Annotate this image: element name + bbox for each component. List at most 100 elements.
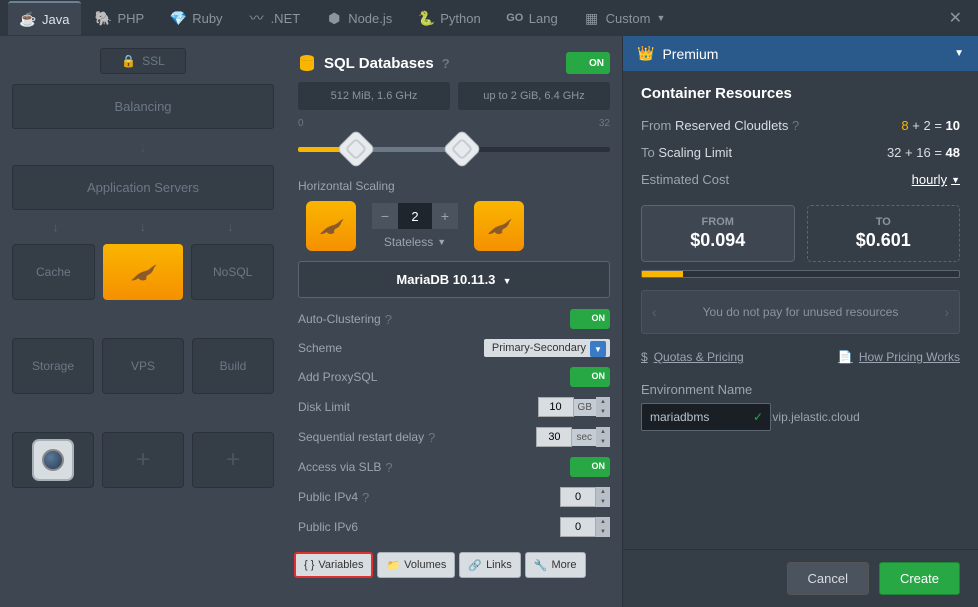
val: 8	[901, 118, 908, 133]
increment-button[interactable]: +	[432, 203, 458, 229]
add-box-1[interactable]: +	[102, 432, 184, 488]
help-icon[interactable]: ?	[442, 56, 450, 71]
lock-icon: 🔒	[121, 54, 136, 68]
cost-to-box: TO$0.601	[807, 205, 961, 262]
more-button[interactable]: 🔧More	[525, 552, 586, 578]
cancel-button[interactable]: Cancel	[787, 562, 869, 595]
from-label: From	[641, 118, 671, 133]
balancing-box[interactable]: Balancing	[12, 84, 274, 129]
ipv4-label: Public IPv4	[298, 490, 358, 504]
add-box-2[interactable]: +	[192, 432, 274, 488]
slider-knob-limit[interactable]	[442, 129, 482, 169]
scaling-link[interactable]: Scaling Limit	[658, 145, 732, 160]
help-icon[interactable]: ?	[362, 490, 369, 505]
up-arrow[interactable]: ▲	[596, 517, 610, 527]
node-tile-2[interactable]	[474, 201, 524, 251]
tab-python[interactable]: 🐍Python	[406, 2, 492, 34]
slider-max: 32	[599, 118, 610, 129]
down-arrow[interactable]: ▼	[596, 407, 610, 417]
decrement-button[interactable]: −	[372, 203, 398, 229]
links-button[interactable]: 🔗Links	[459, 552, 520, 578]
auto-cluster-label: Auto-Clustering	[298, 312, 381, 326]
slb-toggle[interactable]	[570, 457, 610, 477]
tab-ruby[interactable]: 💎Ruby	[158, 2, 234, 34]
prev-icon[interactable]: ‹	[652, 304, 657, 320]
extra-box[interactable]	[12, 432, 94, 488]
ssl-label: SSL	[142, 54, 165, 68]
mariadb-icon	[125, 254, 161, 290]
env-name-input[interactable]	[641, 403, 771, 431]
sql-db-box[interactable]	[103, 244, 184, 300]
slider-min: 0	[298, 118, 304, 129]
slider-knob-reserved[interactable]	[336, 129, 376, 169]
hscale-label: Horizontal Scaling	[286, 171, 622, 197]
close-icon[interactable]: ✕	[941, 0, 970, 36]
up-arrow[interactable]: ▲	[596, 397, 610, 407]
cloudlet-slider[interactable]: 0 32	[286, 110, 622, 171]
tab-nodejs[interactable]: ⬢Node.js	[314, 2, 404, 34]
build-box[interactable]: Build	[192, 338, 274, 394]
php-icon: 🐘	[95, 10, 111, 26]
nosql-box[interactable]: NoSQL	[191, 244, 274, 300]
scheme-select[interactable]: Primary-Secondary	[484, 339, 610, 357]
info-banner: ‹ You do not pay for unused resources ›	[641, 290, 960, 334]
tab-php[interactable]: 🐘PHP	[83, 2, 156, 34]
doc-icon: 📄	[838, 350, 853, 364]
cache-box[interactable]: Cache	[12, 244, 95, 300]
tab-java[interactable]: ☕Java	[8, 1, 81, 35]
mariadb-icon	[482, 209, 516, 243]
sql-toggle[interactable]: ON	[566, 52, 610, 74]
auto-cluster-toggle[interactable]	[570, 309, 610, 329]
down-arrow[interactable]: ▼	[596, 527, 610, 537]
pricing-link[interactable]: 📄How Pricing Works	[838, 350, 960, 364]
help-icon[interactable]: ?	[792, 118, 799, 133]
chevron-down-icon: ▼	[503, 276, 512, 286]
val: 2	[923, 118, 930, 133]
period-select[interactable]: hourly ▼	[912, 172, 960, 187]
down-arrow[interactable]: ▼	[596, 497, 610, 507]
create-button[interactable]: Create	[879, 562, 960, 595]
quotas-link[interactable]: $Quotas & Pricing	[641, 350, 744, 364]
disk-input[interactable]	[538, 397, 574, 417]
ipv6-spinner[interactable]: ▲▼	[560, 517, 610, 537]
stateless-mode[interactable]: Stateless ▼	[384, 235, 446, 249]
val: 10	[946, 118, 960, 133]
variables-button[interactable]: { }Variables	[294, 552, 373, 578]
disk-limit-spinner[interactable]: GB▲▼	[538, 397, 610, 417]
next-icon[interactable]: ›	[944, 304, 949, 320]
db-version-select[interactable]: MariaDB 10.11.3 ▼	[298, 261, 610, 298]
tab-dotnet[interactable]: 〰.NET	[237, 2, 313, 34]
folder-icon: 📁	[386, 559, 400, 572]
chevron-down-icon: ▼	[437, 237, 446, 247]
help-icon[interactable]: ?	[428, 430, 435, 445]
down-arrow[interactable]: ▼	[596, 437, 610, 447]
java-icon: ☕	[20, 11, 36, 27]
premium-header[interactable]: 👑Premium▼	[623, 36, 978, 71]
help-icon[interactable]: ?	[385, 460, 392, 475]
tab-custom[interactable]: ▦Custom ▼	[572, 2, 678, 34]
reserved-link[interactable]: Reserved Cloudlets	[675, 118, 788, 133]
up-arrow[interactable]: ▲	[596, 427, 610, 437]
proxysql-toggle[interactable]	[570, 367, 610, 387]
app-servers-box[interactable]: Application Servers	[12, 165, 274, 210]
ipv4-spinner[interactable]: ▲▼	[560, 487, 610, 507]
est-cost-label: Estimated Cost	[641, 172, 729, 187]
unit-label: sec	[572, 429, 596, 446]
spec-limit: up to 2 GiB, 6.4 GHz	[458, 82, 610, 110]
braces-icon: { }	[304, 559, 314, 571]
ipv4-input[interactable]	[560, 487, 596, 507]
tab-go[interactable]: GOLang	[495, 2, 570, 34]
restart-input[interactable]	[536, 427, 572, 447]
tab-label: .NET	[271, 11, 301, 26]
volumes-button[interactable]: 📁Volumes	[377, 552, 455, 578]
node-tile-1[interactable]	[306, 201, 356, 251]
help-icon[interactable]: ?	[385, 312, 392, 327]
vps-box[interactable]: VPS	[102, 338, 184, 394]
ssl-button[interactable]: 🔒 SSL	[100, 48, 186, 74]
to-label: To	[641, 145, 655, 160]
up-arrow[interactable]: ▲	[596, 487, 610, 497]
restart-spinner[interactable]: sec▲▼	[536, 427, 610, 447]
storage-box[interactable]: Storage	[12, 338, 94, 394]
ipv6-input[interactable]	[560, 517, 596, 537]
crown-icon: 👑	[637, 45, 654, 62]
